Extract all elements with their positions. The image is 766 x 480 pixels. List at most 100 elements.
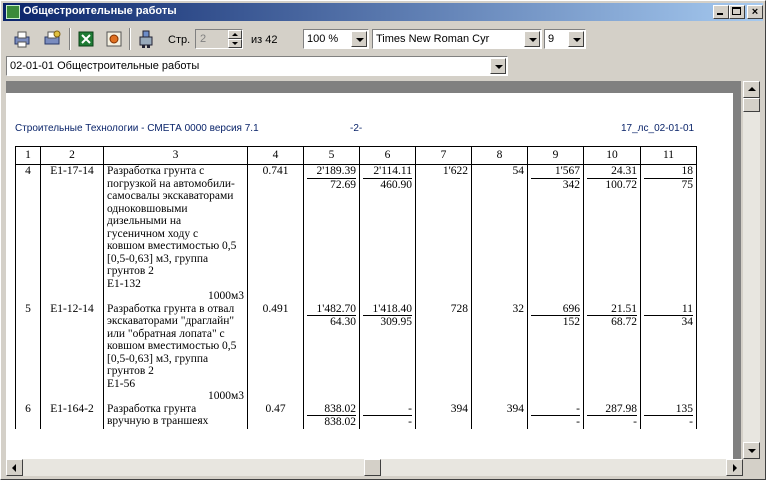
column-header: 8 (471, 146, 528, 165)
desc-line: [0,5-0,63] м3, группа (107, 252, 209, 265)
cell-bottom: 34 (681, 316, 694, 328)
desc-line: самосвалы экскаваторами (107, 190, 234, 202)
row-description: Разработка грунта в отвал экскаваторами … (103, 302, 248, 403)
zoom-value: 100 % (307, 33, 339, 45)
cell-top: 2'189.39 (307, 165, 356, 179)
window-title: Общестроительные работы (23, 5, 177, 17)
desc-line: Разработка грунта (107, 402, 197, 415)
up-arrow-icon (232, 33, 238, 36)
desc-line: ковшом вместимостью 0,5 (107, 240, 237, 252)
cell-bottom: 342 (562, 178, 580, 191)
scroll-right-button[interactable] (726, 459, 743, 476)
chevron-down-icon[interactable] (351, 31, 367, 47)
desc-line: Е1-56 (107, 377, 136, 390)
print-setup-icon (44, 30, 61, 45)
cell-top: 18 (644, 165, 693, 179)
column-header: 3 (103, 146, 248, 165)
column-header: 11 (640, 146, 697, 165)
chevron-down-icon[interactable] (568, 31, 584, 47)
down-arrow-icon (232, 42, 238, 45)
desc-line: одноковшовыми (107, 202, 188, 215)
cell-top: - (531, 403, 580, 416)
print-setup-button[interactable] (41, 28, 63, 50)
title-bar[interactable]: Общестроительные работы × (3, 3, 763, 21)
close-button[interactable]: × (747, 5, 763, 19)
main-window: Общестроительные работы × Стр. 2 из 42 1… (0, 0, 766, 480)
export-excel-button[interactable] (75, 28, 97, 50)
section-select[interactable]: 02-01-01 Общестроительные работы (6, 56, 508, 76)
maximize-button[interactable] (729, 5, 745, 19)
doc-header-page: -2- (350, 123, 363, 134)
document-page: Строительные Технологии - СМЕТА 0000 вер… (6, 93, 733, 459)
chevron-down-icon[interactable] (490, 58, 506, 74)
column-header: 2 (40, 146, 104, 165)
column-header: 1 (15, 146, 41, 165)
cell-bottom: 68.72 (611, 316, 637, 328)
excel-icon (78, 31, 94, 47)
desc-line: дизельными на (107, 215, 182, 227)
row-code: Е1-12-14 (40, 302, 104, 403)
document-viewport[interactable]: Строительные Технологии - СМЕТА 0000 вер… (6, 81, 741, 459)
page-up-button[interactable] (228, 30, 242, 39)
printer-icon (14, 31, 30, 48)
page-label: Стр. (168, 34, 191, 46)
desc-line: погрузкой на автомобили- (107, 177, 235, 190)
app-icon (6, 5, 20, 19)
page-number-input[interactable]: 2 (200, 33, 206, 45)
row-quantity: 0.741 (247, 164, 304, 303)
column-header: 6 (359, 146, 416, 165)
cell-bottom: 75 (681, 178, 694, 191)
desc-line: грунтов 2 (107, 265, 154, 277)
cell-bottom: - (633, 416, 637, 428)
doc-header-right: 17_лс_02-01-01 (621, 123, 695, 134)
cell-bottom: 460.90 (380, 178, 412, 191)
cell-top: - (363, 403, 412, 416)
page-down-button[interactable] (228, 39, 242, 48)
cell-top: 21.51 (587, 303, 637, 316)
zoom-select[interactable]: 100 % (303, 29, 369, 49)
cell-bottom: 838.02 (324, 416, 356, 428)
cell-bottom: 72.69 (330, 178, 356, 191)
cell-top: 11 (644, 303, 693, 316)
cell-value: 394 (415, 402, 472, 429)
row-description: Разработка грунта с погрузкой на автомоб… (103, 164, 248, 303)
row-unit: 1000м3 (207, 390, 244, 402)
column-header: 4 (247, 146, 304, 165)
page-stepper[interactable]: 2 (195, 29, 243, 49)
toolbar-separator (69, 28, 71, 50)
vertical-scroll-thumb[interactable] (743, 98, 760, 112)
table-header-row: 1 2 3 4 5 6 7 8 9 10 11 (15, 146, 697, 165)
minimize-icon (717, 13, 723, 15)
export-button[interactable] (103, 28, 125, 50)
horizontal-scrollbar[interactable] (6, 459, 743, 476)
desc-line: Разработка грунта с (107, 165, 205, 177)
cell-value: 728 (415, 302, 472, 403)
cell-bottom: 152 (562, 316, 580, 328)
cell-top: 24.31 (587, 165, 637, 179)
toolbar-separator (129, 28, 131, 50)
scroll-up-button[interactable] (743, 81, 760, 98)
scroll-down-button[interactable] (743, 442, 760, 459)
desc-line: грунтов 2 (107, 365, 154, 377)
size-grip[interactable] (743, 459, 760, 476)
desc-line: вручную в траншеях (107, 415, 209, 427)
properties-button[interactable] (135, 28, 157, 50)
vertical-scrollbar[interactable] (743, 81, 760, 459)
minimize-button[interactable] (713, 5, 729, 19)
font-size-select[interactable]: 9 (544, 29, 586, 49)
cell-bottom: 309.95 (380, 316, 412, 328)
doc-header-left: Строительные Технологии - СМЕТА 0000 вер… (15, 123, 259, 134)
desc-line: ковшом вместимостью 0,5 (107, 340, 237, 352)
font-select[interactable]: Times New Roman Cyr (372, 29, 542, 49)
print-button[interactable] (11, 28, 33, 50)
scroll-left-button[interactable] (6, 459, 23, 476)
row-quantity: 0.47 (247, 402, 304, 429)
toolbar: Стр. 2 из 42 100 % Times New Roman Cyr 9 (3, 25, 763, 55)
estimate-table: 1 2 3 4 5 6 7 8 9 10 11 4 Е1-17-14 Разра… (15, 146, 697, 429)
desc-line: или "обратная лопата" с (107, 327, 225, 340)
properties-icon (139, 30, 153, 48)
chevron-down-icon[interactable] (524, 31, 540, 47)
row-description: Разработка грунта вручную в траншеях (103, 402, 248, 429)
row-code: Е1-164-2 (40, 402, 104, 429)
horizontal-scroll-thumb[interactable] (364, 459, 381, 476)
